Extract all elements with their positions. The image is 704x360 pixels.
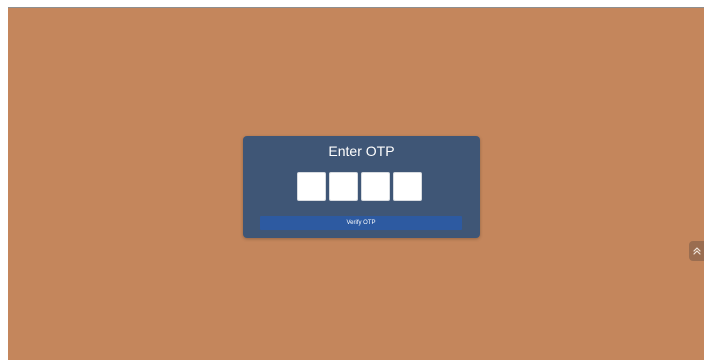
- otp-digit-3-input[interactable]: [361, 172, 390, 201]
- otp-digit-1-input[interactable]: [297, 172, 326, 201]
- otp-digit-4-input[interactable]: [393, 172, 422, 201]
- edge-expand-button[interactable]: [689, 241, 704, 261]
- expand-chevron-icon: [692, 247, 701, 255]
- verify-otp-button[interactable]: Verify OTP: [260, 216, 462, 230]
- page-background: Enter OTP Verify OTP: [8, 7, 704, 360]
- otp-digit-2-input[interactable]: [329, 172, 358, 201]
- otp-input-group: [297, 172, 422, 201]
- otp-title: Enter OTP: [328, 143, 395, 159]
- otp-card: Enter OTP Verify OTP: [243, 136, 480, 238]
